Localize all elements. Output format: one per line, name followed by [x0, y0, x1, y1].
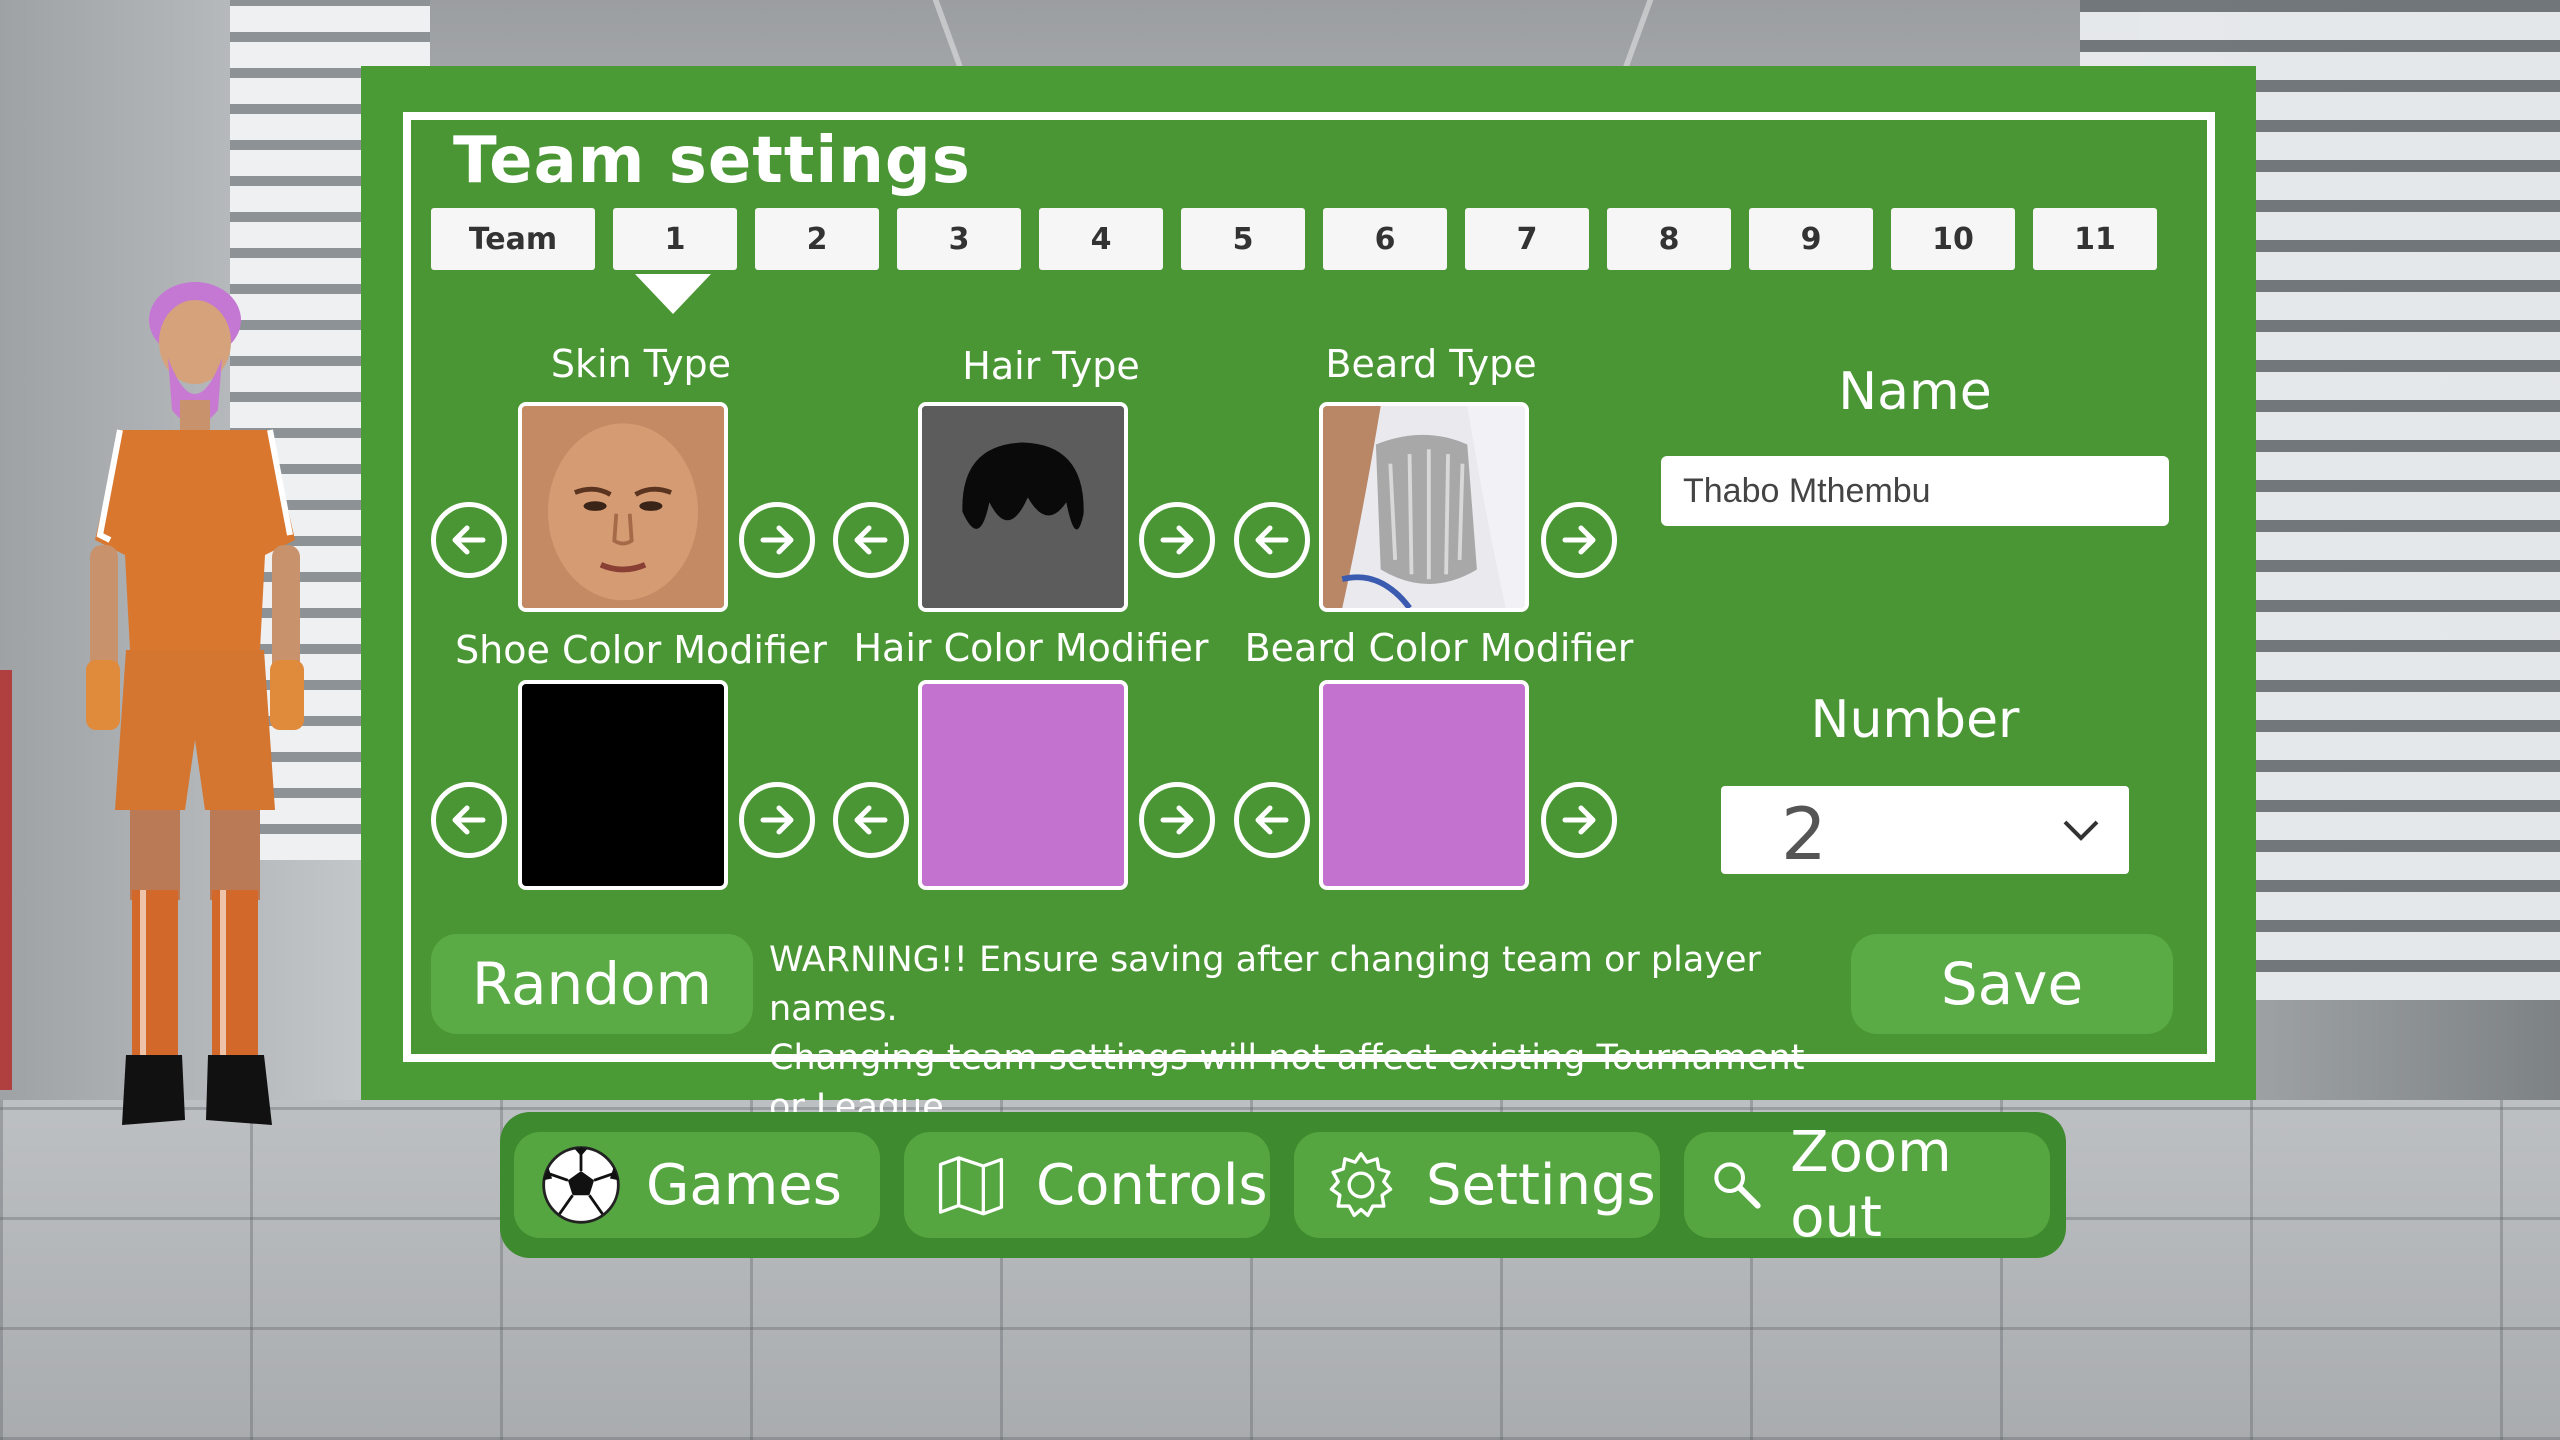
controls-button[interactable]: Controls: [904, 1132, 1270, 1238]
chevron-down-icon: [2063, 820, 2099, 841]
player-tabs: Team 1 2 3 4 5 6 7 8 9 10 11: [431, 208, 2171, 270]
number-label: Number: [1810, 690, 2020, 750]
hair-color-label: Hair Color Modifier: [853, 626, 1209, 670]
tab-player-9[interactable]: 9: [1749, 208, 1873, 270]
soccer-ball-icon: [536, 1140, 626, 1230]
red-wall-object: [0, 670, 12, 1090]
shoe-color-label: Shoe Color Modifier: [455, 628, 827, 672]
random-button[interactable]: Random: [431, 934, 753, 1034]
save-button[interactable]: Save: [1851, 934, 2173, 1034]
beard-type-preview: [1319, 402, 1529, 612]
arrow-right-icon: [760, 525, 794, 555]
arrow-left-icon: [452, 525, 486, 555]
hair-color-swatch: [918, 680, 1128, 890]
arrow-left-icon: [854, 525, 888, 555]
hair-type-preview: [918, 402, 1128, 612]
player-number-dropdown[interactable]: 2: [1721, 786, 2129, 876]
player-name-input[interactable]: [1661, 456, 2169, 526]
skin-next-button[interactable]: [739, 502, 815, 578]
tab-player-2[interactable]: 2: [755, 208, 879, 270]
tab-player-6[interactable]: 6: [1323, 208, 1447, 270]
controls-label: Controls: [1036, 1152, 1268, 1218]
settings-label: Settings: [1426, 1152, 1656, 1218]
arrow-right-icon: [1160, 805, 1194, 835]
tab-player-1[interactable]: 1: [613, 208, 737, 270]
beard-color-next-button[interactable]: [1541, 782, 1617, 858]
skin-type-preview: [518, 402, 728, 612]
hair-color-prev-button[interactable]: [833, 782, 909, 858]
arrow-left-icon: [854, 805, 888, 835]
arrow-right-icon: [1160, 525, 1194, 555]
face-texture-image: [522, 406, 724, 608]
warning-text: WARNING!! Ensure saving after changing t…: [769, 936, 1839, 1132]
games-label: Games: [646, 1152, 842, 1218]
selected-tab-indicator: [635, 274, 711, 314]
tab-player-10[interactable]: 10: [1891, 208, 2015, 270]
games-button[interactable]: Games: [514, 1132, 880, 1238]
tab-team[interactable]: Team: [431, 208, 595, 270]
tab-player-11[interactable]: 11: [2033, 208, 2157, 270]
warning-line-1: WARNING!! Ensure saving after changing t…: [769, 940, 1761, 1029]
shoe-color-swatch: [518, 680, 728, 890]
beard-color-swatch: [1319, 680, 1529, 890]
team-settings-panel: Team settings Team 1 2 3 4 5 6 7 8 9 10 …: [361, 66, 2256, 1127]
number-selected-value: 2: [1781, 792, 1827, 876]
bottom-navigation: Games Controls Settings Zoom out: [500, 1112, 2066, 1258]
settings-button[interactable]: Settings: [1294, 1132, 1660, 1238]
tab-player-3[interactable]: 3: [897, 208, 1021, 270]
player-avatar[interactable]: [60, 280, 330, 1160]
beard-color-prev-button[interactable]: [1234, 782, 1310, 858]
arrow-right-icon: [760, 805, 794, 835]
beard-prev-button[interactable]: [1234, 502, 1310, 578]
tab-player-7[interactable]: 7: [1465, 208, 1589, 270]
shoe-color-prev-button[interactable]: [431, 782, 507, 858]
shoe-color-next-button[interactable]: [739, 782, 815, 858]
arrow-left-icon: [452, 805, 486, 835]
magnifier-icon: [1694, 1140, 1780, 1230]
arrow-left-icon: [1255, 805, 1289, 835]
beard-color-label: Beard Color Modifier: [1244, 626, 1634, 670]
hair-prev-button[interactable]: [833, 502, 909, 578]
name-label: Name: [1838, 362, 1992, 422]
zoom-out-label: Zoom out: [1790, 1120, 1952, 1250]
tab-player-5[interactable]: 5: [1181, 208, 1305, 270]
arrow-left-icon: [1255, 525, 1289, 555]
map-icon: [926, 1140, 1016, 1230]
tab-player-4[interactable]: 4: [1039, 208, 1163, 270]
beard-texture-image: [1323, 406, 1525, 608]
skin-type-label: Skin Type: [550, 342, 732, 386]
hair-next-button[interactable]: [1139, 502, 1215, 578]
hair-color-next-button[interactable]: [1139, 782, 1215, 858]
arrow-right-icon: [1562, 525, 1596, 555]
beard-type-label: Beard Type: [1325, 342, 1537, 386]
zoom-out-button[interactable]: Zoom out: [1684, 1120, 2050, 1250]
panel-title: Team settings: [453, 124, 971, 198]
hair-type-label: Hair Type: [962, 344, 1140, 388]
tab-player-8[interactable]: 8: [1607, 208, 1731, 270]
hair-texture-image: [922, 406, 1124, 608]
beard-next-button[interactable]: [1541, 502, 1617, 578]
gear-icon: [1316, 1140, 1406, 1230]
skin-prev-button[interactable]: [431, 502, 507, 578]
arrow-right-icon: [1562, 805, 1596, 835]
